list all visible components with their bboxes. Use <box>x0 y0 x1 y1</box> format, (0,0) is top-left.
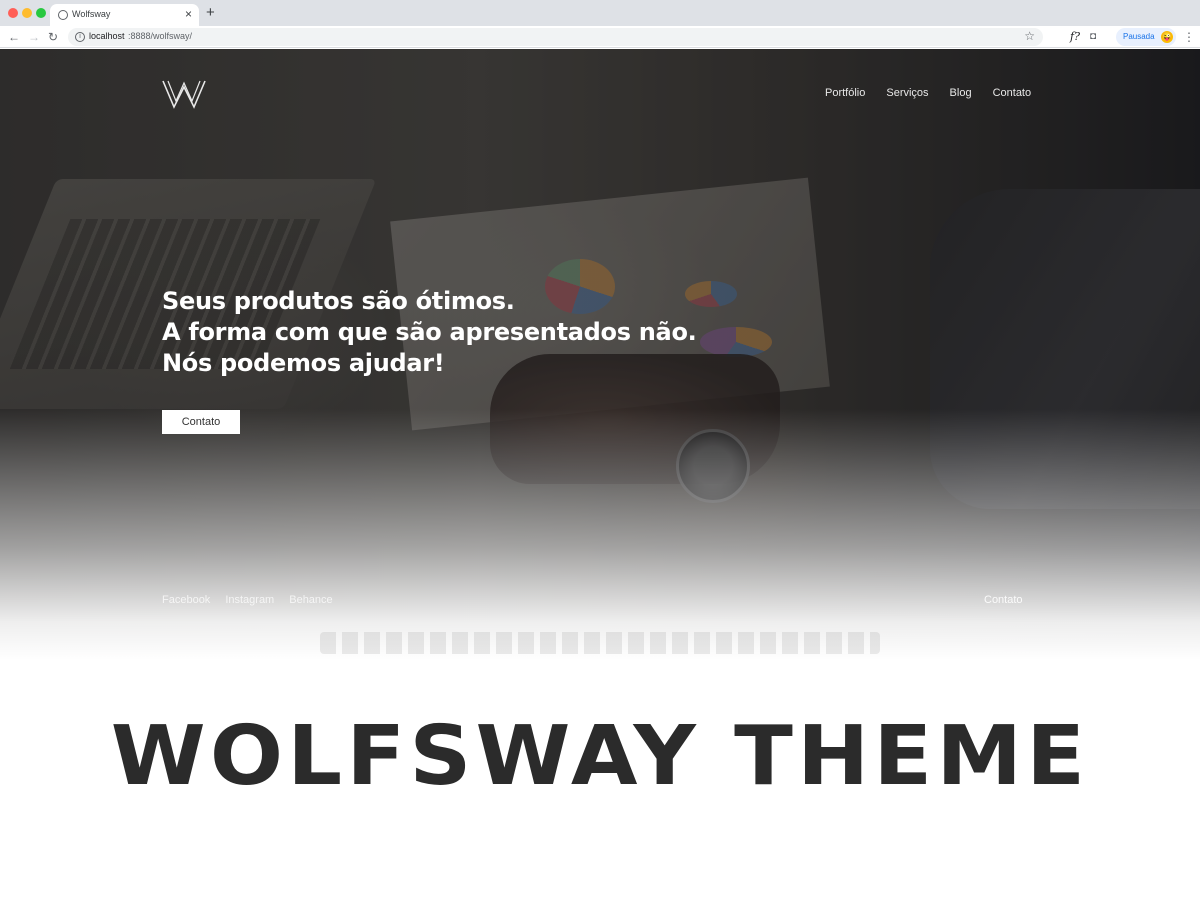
wolfsway-logo[interactable] <box>162 79 206 109</box>
tab-title: Wolfsway <box>72 9 111 19</box>
address-bar[interactable]: i localhost :8888/wolfsway/ ☆ <box>68 28 1043 46</box>
browser-tab[interactable]: Wolfsway × <box>50 4 199 26</box>
facebook-link[interactable]: Facebook <box>162 594 210 606</box>
bookmark-star-icon[interactable]: ☆ <box>1024 29 1035 43</box>
behance-link[interactable]: Behance <box>289 594 332 606</box>
maximize-window-button[interactable] <box>36 8 46 18</box>
font-extension-icon[interactable]: f? <box>1070 29 1080 45</box>
browser-toolbar: ← → ↻ i localhost :8888/wolfsway/ ☆ f? ◘… <box>0 26 1200 68</box>
headline-line: Seus produtos são ótimos. <box>162 287 515 315</box>
theme-title: WOLFSWAY THEME <box>110 709 1090 804</box>
avatar: 😜 <box>1161 31 1173 43</box>
nav-blog[interactable]: Blog <box>950 87 972 99</box>
hero-headline: Seus produtos são ótimos. A forma com qu… <box>162 286 697 379</box>
footer-contato-link[interactable]: Contato <box>984 594 1023 606</box>
nav-servicos[interactable]: Serviços <box>886 87 928 99</box>
profile-button[interactable]: Pausada 😜 <box>1116 28 1176 46</box>
hero-section: Portfólio Serviços Blog Contato Seus pro… <box>0 49 1200 660</box>
main-nav: Portfólio Serviços Blog Contato <box>825 87 1031 99</box>
contato-button[interactable]: Contato <box>162 410 240 434</box>
headline-line: Nós podemos ajudar! <box>162 349 445 377</box>
hero-bottom-fade <box>0 409 1200 660</box>
minimize-window-button[interactable] <box>22 8 32 18</box>
reload-icon[interactable]: ↻ <box>48 29 58 45</box>
close-window-button[interactable] <box>8 8 18 18</box>
instagram-link[interactable]: Instagram <box>225 594 274 606</box>
favicon-icon <box>58 10 68 20</box>
nav-portfolio[interactable]: Portfólio <box>825 87 865 99</box>
social-links: Facebook Instagram Behance <box>162 594 333 606</box>
camera-extension-icon[interactable]: ◘ <box>1090 29 1096 45</box>
headline-line: A forma com que são apresentados não. <box>162 318 697 346</box>
forward-arrow-icon[interactable]: → <box>28 29 40 45</box>
browser-tab-bar: Wolfsway × + <box>0 0 1200 26</box>
profile-status-label: Pausada <box>1123 32 1155 41</box>
url-path: :8888/wolfsway/ <box>128 31 193 41</box>
browser-menu-icon[interactable]: ⋮ <box>1183 29 1195 45</box>
site-info-icon[interactable]: i <box>75 32 85 42</box>
new-tab-icon[interactable]: + <box>206 5 215 21</box>
tab-close-icon[interactable]: × <box>185 7 192 21</box>
mac-dock-reflection <box>320 632 880 654</box>
back-arrow-icon[interactable]: ← <box>8 29 20 45</box>
url-host: localhost <box>89 31 125 41</box>
nav-contato[interactable]: Contato <box>993 87 1032 99</box>
